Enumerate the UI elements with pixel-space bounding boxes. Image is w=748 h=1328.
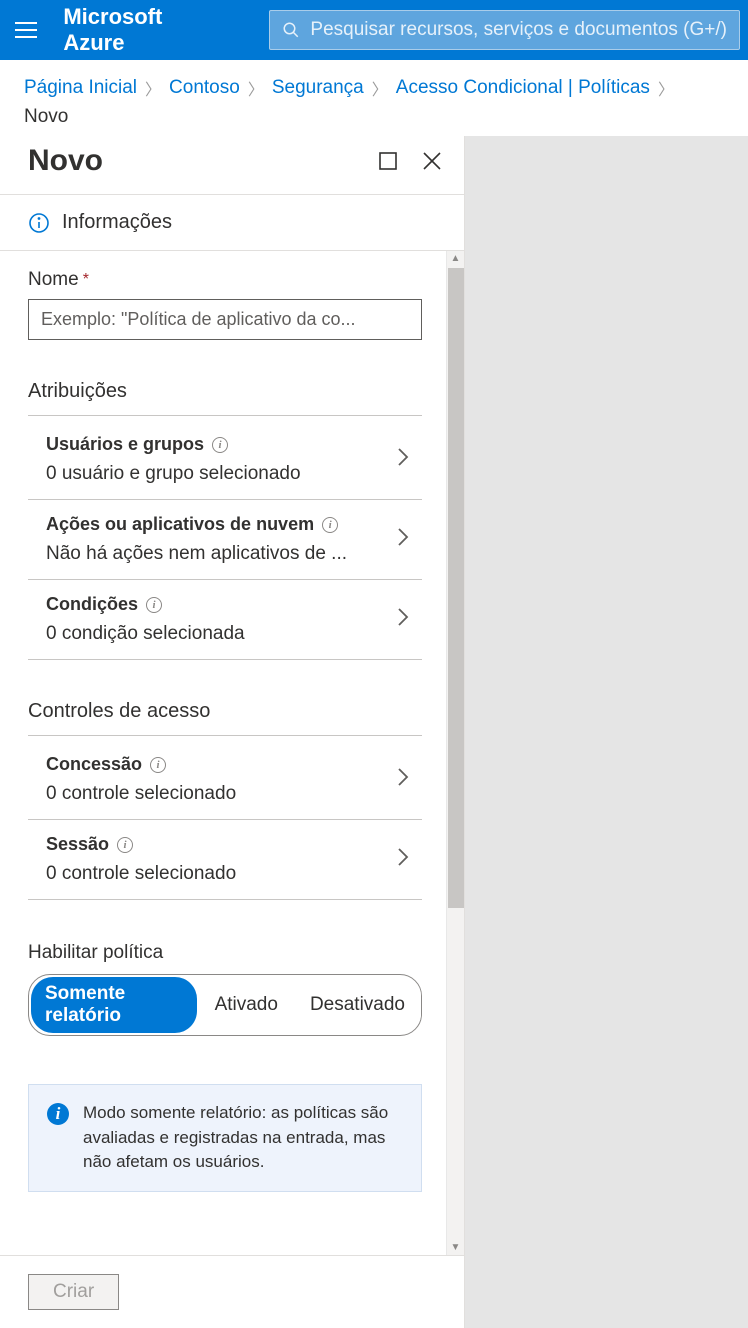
policy-name-input[interactable] (28, 299, 422, 340)
info-row[interactable]: Informações (0, 195, 464, 251)
info-box-text: Modo somente relatório: as políticas são… (83, 1101, 403, 1175)
blade-footer: Criar (0, 1255, 464, 1328)
info-icon: i (47, 1103, 69, 1125)
global-search-input[interactable]: Pesquisar recursos, serviços e documento… (269, 10, 740, 50)
option-session[interactable]: Sessão i 0 controle selecionado (28, 820, 422, 900)
option-subtitle: 0 controle selecionado (46, 863, 396, 885)
top-bar: Microsoft Azure Pesquisar recursos, serv… (0, 0, 748, 60)
toggle-on[interactable]: Ativado (199, 986, 294, 1024)
chevron-right-icon (396, 446, 418, 473)
brand-label: Microsoft Azure (53, 4, 219, 56)
info-icon (28, 212, 50, 234)
blade-header: Novo (0, 136, 464, 195)
required-asterisk: * (83, 271, 89, 289)
close-icon[interactable] (420, 149, 444, 173)
chevron-right-icon: 〉 (246, 76, 266, 100)
option-title: Usuários e grupos (46, 434, 204, 455)
breadcrumb-link-contoso[interactable]: Contoso (169, 77, 240, 99)
option-title: Sessão (46, 834, 109, 855)
assignments-header: Atribuições (28, 380, 422, 416)
option-conditions[interactable]: Condições i 0 condição selecionada (28, 580, 422, 660)
option-title: Condições (46, 594, 138, 615)
name-label: Nome (28, 269, 79, 291)
toggle-off[interactable]: Desativado (294, 986, 421, 1024)
hamburger-menu-icon[interactable] (8, 10, 43, 50)
info-tooltip-icon[interactable]: i (212, 437, 228, 453)
info-tooltip-icon[interactable]: i (146, 597, 162, 613)
option-title: Concessão (46, 754, 142, 775)
option-title: Ações ou aplicativos de nuvem (46, 514, 314, 535)
scroll-thumb[interactable] (448, 268, 464, 908)
info-tooltip-icon[interactable]: i (150, 757, 166, 773)
enable-policy-label: Habilitar política (28, 942, 422, 964)
search-icon (282, 21, 300, 39)
access-controls-header: Controles de acesso (28, 700, 422, 736)
chevron-right-icon (396, 606, 418, 633)
create-button[interactable]: Criar (28, 1274, 119, 1310)
option-cloud-apps[interactable]: Ações ou aplicativos de nuvem i Não há a… (28, 500, 422, 580)
blade-title: Novo (28, 144, 103, 178)
option-grant[interactable]: Concessão i 0 controle selecionado (28, 740, 422, 820)
breadcrumb: Página Inicial 〉 Contoso 〉 Segurança 〉 A… (0, 60, 748, 136)
maximize-icon[interactable] (376, 149, 400, 173)
search-placeholder: Pesquisar recursos, serviços e documento… (310, 19, 727, 41)
info-tooltip-icon[interactable]: i (322, 517, 338, 533)
chevron-right-icon: 〉 (656, 76, 676, 100)
option-users-groups[interactable]: Usuários e grupos i 0 usuário e grupo se… (28, 420, 422, 500)
chevron-right-icon: 〉 (143, 76, 163, 100)
new-policy-blade: Novo (0, 136, 465, 1328)
scroll-down-arrow-icon[interactable]: ▼ (451, 1240, 461, 1255)
chevron-right-icon: 〉 (370, 76, 390, 100)
scroll-up-arrow-icon[interactable]: ▲ (451, 251, 461, 266)
option-subtitle: Não há ações nem aplicativos de ... (46, 543, 396, 565)
scrollbar[interactable]: ▲ ▼ (446, 251, 464, 1255)
chevron-right-icon (396, 846, 418, 873)
chevron-right-icon (396, 766, 418, 793)
info-label: Informações (62, 211, 172, 234)
chevron-right-icon (396, 526, 418, 553)
option-subtitle: 0 usuário e grupo selecionado (46, 463, 396, 485)
breadcrumb-link-security[interactable]: Segurança (272, 77, 364, 99)
breadcrumb-link-home[interactable]: Página Inicial (24, 77, 137, 99)
breadcrumb-link-conditional-access[interactable]: Acesso Condicional | Políticas (396, 77, 650, 99)
info-tooltip-icon[interactable]: i (117, 837, 133, 853)
enable-policy-toggle: Somente relatório Ativado Desativado (28, 974, 422, 1036)
report-only-info-box: i Modo somente relatório: as políticas s… (28, 1084, 422, 1192)
option-subtitle: 0 controle selecionado (46, 783, 396, 805)
breadcrumb-current: Novo (24, 106, 68, 128)
empty-right-panel (465, 136, 748, 1328)
option-subtitle: 0 condição selecionada (46, 623, 396, 645)
toggle-report-only[interactable]: Somente relatório (31, 977, 197, 1033)
